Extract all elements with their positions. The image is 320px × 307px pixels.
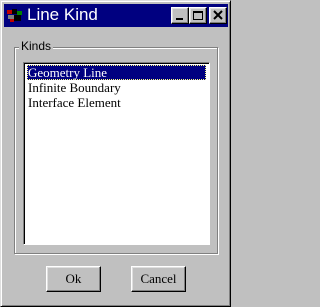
maximize-button[interactable]: [189, 7, 207, 24]
kinds-listbox[interactable]: Geometry Line Infinite Boundary Interfac…: [23, 62, 210, 245]
list-item-infinite-boundary[interactable]: Infinite Boundary: [27, 80, 206, 95]
window-title: Line Kind: [27, 5, 98, 24]
close-icon: [213, 10, 223, 20]
line-kind-dialog: Line Kind Kinds Geometry Line Infinite B…: [0, 0, 231, 307]
minimize-button[interactable]: [171, 7, 189, 24]
list-item-geometry-line[interactable]: Geometry Line: [27, 65, 206, 80]
app-icon: [7, 8, 23, 23]
list-item-interface-element[interactable]: Interface Element: [27, 95, 206, 110]
minimize-icon: [176, 18, 183, 20]
kinds-group-label: Kinds: [19, 39, 54, 54]
title-bar[interactable]: Line Kind: [4, 4, 228, 27]
maximize-icon: [193, 11, 203, 20]
close-button[interactable]: [209, 7, 227, 24]
ok-button[interactable]: Ok: [46, 266, 101, 292]
cancel-button[interactable]: Cancel: [131, 266, 186, 292]
